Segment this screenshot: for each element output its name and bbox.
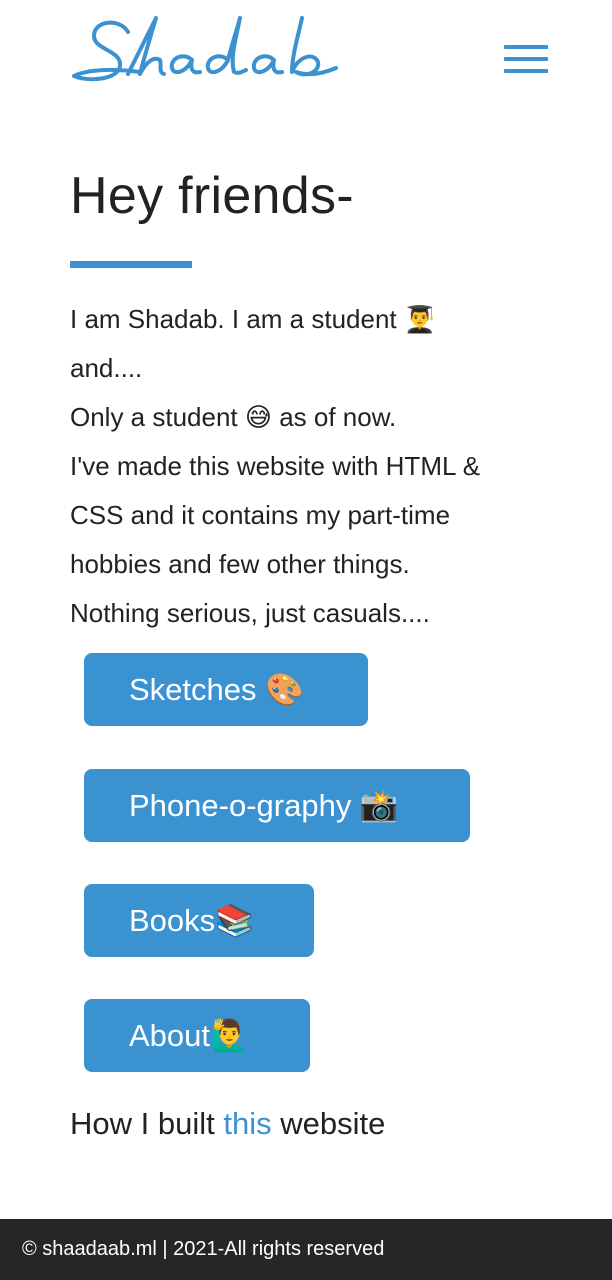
intro-paragraph: I am Shadab. I am a student 👨‍🎓 and.... … bbox=[70, 295, 540, 638]
title-underline bbox=[70, 261, 192, 268]
site-logo[interactable] bbox=[70, 10, 342, 90]
how-built-suffix: website bbox=[271, 1106, 386, 1141]
site-header bbox=[0, 0, 612, 110]
site-footer: © shaadaab.ml | 2021-All rights reserved bbox=[0, 1219, 612, 1280]
phoneography-button[interactable]: Phone-o-graphy 📸 bbox=[84, 769, 470, 842]
intro-line: hobbies and few other things. bbox=[70, 549, 410, 579]
how-built-text: How I built this website bbox=[70, 1102, 385, 1146]
intro-line: Nothing serious, just casuals.... bbox=[70, 598, 430, 628]
intro-line: and.... bbox=[70, 353, 143, 383]
books-button[interactable]: Books📚 bbox=[84, 884, 314, 957]
how-built-link[interactable]: this bbox=[223, 1106, 271, 1141]
intro-line: Only a student 😅 as of now. bbox=[70, 402, 397, 432]
sketches-button[interactable]: Sketches 🎨 bbox=[84, 653, 368, 726]
intro-line: I've made this website with HTML & bbox=[70, 451, 481, 481]
logo-script-graphic bbox=[72, 16, 338, 82]
page-title: Hey friends- bbox=[70, 167, 354, 225]
about-button[interactable]: About🙋‍♂️ bbox=[84, 999, 310, 1072]
hamburger-menu-icon[interactable] bbox=[504, 45, 548, 77]
menu-bar-middle bbox=[504, 57, 548, 61]
menu-bar-bottom bbox=[504, 69, 548, 73]
menu-bar-top bbox=[504, 45, 548, 49]
footer-copyright: © shaadaab.ml | 2021-All rights reserved bbox=[22, 1238, 385, 1260]
how-built-prefix: How I built bbox=[70, 1106, 224, 1141]
intro-line: CSS and it contains my part-time bbox=[70, 500, 451, 530]
intro-line: I am Shadab. I am a student 👨‍🎓 bbox=[70, 304, 437, 334]
